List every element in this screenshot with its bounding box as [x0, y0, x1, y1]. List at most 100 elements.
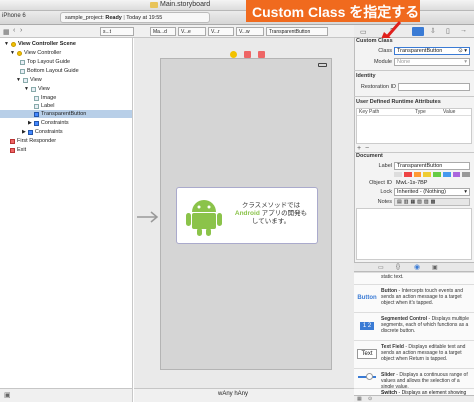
view-controller-icon[interactable] [230, 51, 237, 58]
runtime-attributes-header: Key Path Type Value [357, 109, 471, 116]
add-attribute-button[interactable]: + [357, 145, 361, 152]
breadcrumb-project[interactable]: s...t [100, 27, 134, 36]
android-logo-icon [186, 200, 222, 236]
size-inspector-icon[interactable]: ▯ [446, 27, 450, 35]
column-type[interactable]: Type [415, 109, 443, 115]
library-filter-bar: ▦ ⊙ [354, 395, 474, 402]
lock-select[interactable]: Inherited - (Nothing) ▾ [394, 188, 470, 196]
breadcrumb-transparent-button[interactable]: TransparentButton [266, 27, 328, 36]
status-project: sample_project: [65, 15, 104, 21]
identity-inspector-icon[interactable] [412, 27, 424, 36]
library-item-slider[interactable]: Slider - Displays a continuous range of … [354, 368, 474, 390]
runtime-attributes-table[interactable]: Key Path Type Value [356, 108, 472, 144]
outline-item-view[interactable]: ▼ View [16, 76, 42, 84]
filter-icon[interactable]: ⊙ [368, 396, 372, 402]
activity-status: sample_project: Ready | Today at 19:55 [60, 12, 210, 23]
outline-item-transparent-button[interactable]: TransparentButton [0, 110, 132, 118]
class-field[interactable]: TransparentButton ⊙ ▾ [394, 47, 470, 55]
outline-item-label[interactable]: Label [34, 102, 54, 110]
library-item-segmented-control[interactable]: 1 2 Segmented Control - Displays multipl… [354, 312, 474, 340]
transparent-button-card[interactable]: クラスメソッドでは Android アプリの開発も しています。 [176, 187, 318, 244]
library-item-desc: Segmented Control - Displays multiple se… [381, 316, 470, 334]
outline-item-constraints[interactable]: ▶ Constraints [22, 128, 63, 136]
grid-view-icon[interactable]: ▦ [357, 396, 362, 402]
object-library-icon[interactable]: ◉ [414, 263, 420, 271]
file-template-icon[interactable]: ▭ [378, 264, 384, 271]
lock-label: Lock [380, 189, 392, 195]
module-label: Module [373, 59, 392, 65]
outline-item-image[interactable]: Image [34, 94, 56, 102]
status-state: Ready [105, 15, 122, 21]
library-item-button[interactable]: Button Button - Intercepts touch events … [354, 284, 474, 312]
status-time: Today at 19:55 [126, 15, 163, 21]
document-label-field[interactable]: TransparentButton [394, 162, 470, 170]
library-item-desc: Text Field - Displays editable text and … [381, 344, 466, 362]
media-library-icon[interactable]: ▣ [432, 264, 438, 271]
column-value[interactable]: Value [443, 109, 455, 115]
runtime-attributes-section: User Defined Runtime Attributes [356, 99, 441, 105]
notes-format-bar[interactable]: ▤▥▦▧▨▩ [394, 198, 470, 206]
slider-icon [356, 371, 378, 383]
back-arrow-icon[interactable]: ‹ [13, 27, 15, 34]
code-snippet-icon[interactable]: {} [396, 264, 400, 270]
library-tabs: ▭ {} ◉ ▣ [354, 262, 474, 272]
size-class-selector[interactable]: wAny hAny [218, 391, 248, 397]
outline-item-bottom-layout-guide[interactable]: Bottom Layout Guide [20, 67, 79, 75]
file-inspector-icon[interactable]: ▭ [360, 28, 367, 36]
document-label-label: Label [378, 163, 392, 169]
library-item-desc: static text. [381, 274, 404, 280]
column-key-path[interactable]: Key Path [357, 109, 415, 115]
outline-item-constraints-inner[interactable]: ▶ Constraints [28, 119, 69, 127]
card-text-line2: Android アプリの開発も [234, 210, 308, 217]
module-field[interactable]: None ▾ [394, 58, 470, 66]
card-text-line1: クラスメソッドでは [241, 202, 301, 209]
button-icon: Button [357, 295, 377, 301]
window-title: Main.storyboard [160, 1, 211, 8]
first-responder-icon[interactable] [244, 51, 251, 58]
entry-point-arrow[interactable] [137, 211, 159, 223]
breadcrumb-controller[interactable]: V...r [208, 27, 234, 36]
custom-class-section: Custom Class [356, 38, 393, 44]
grid-icon[interactable]: ▦ [3, 28, 10, 36]
outline-item-inner-view[interactable]: ▼ View [24, 85, 50, 93]
outline-item-exit[interactable]: Exit [10, 146, 26, 154]
outline-filter-bar: ▣ [0, 388, 133, 402]
scheme-device-selector[interactable]: iPhone 6 [2, 13, 26, 19]
notes-textarea[interactable] [356, 208, 472, 260]
card-text: クラスメソッドでは Android アプリの開発も しています。 [229, 202, 313, 226]
battery-icon [318, 63, 327, 67]
card-text-line3: しています。 [251, 218, 291, 225]
identity-section: Identity [356, 73, 376, 79]
outline-item-top-layout-guide[interactable]: Top Layout Guide [20, 58, 70, 66]
breadcrumb-scene[interactable]: V...e [178, 27, 206, 36]
divider [354, 96, 474, 97]
outline-item-scene[interactable]: ▼ View Controller Scene [4, 40, 76, 48]
outline-item-first-responder[interactable]: First Responder [10, 137, 56, 145]
remove-attribute-button[interactable]: − [365, 145, 369, 152]
attributes-inspector-icon[interactable]: ⇩ [430, 27, 436, 35]
restoration-id-field[interactable] [398, 83, 470, 91]
text-field-icon: Text [356, 345, 378, 363]
breadcrumb-view[interactable]: V...w [236, 27, 264, 36]
library-item-label[interactable]: static text. [354, 272, 474, 284]
exit-icon[interactable] [258, 51, 265, 58]
library-item-text-field[interactable]: Text Text Field - Displays editable text… [354, 340, 474, 368]
storyboard-file-icon [150, 2, 158, 8]
outline-toggle-icon[interactable]: ▣ [4, 391, 11, 399]
outline-item-view-controller[interactable]: ▼ View Controller [10, 49, 61, 57]
divider [354, 70, 474, 71]
document-section: Document [356, 153, 383, 159]
inspector-tabs: ▭ ? ⇩ ▯ → [354, 25, 474, 38]
annotation-callout: Custom Class を指定する [246, 0, 420, 22]
breadcrumb-storyboard[interactable]: Ma...d [150, 27, 176, 36]
library-item-desc: Button - Intercepts touch events and sen… [381, 288, 463, 306]
object-id-label: Object ID [369, 180, 392, 186]
forward-arrow-icon[interactable]: › [20, 27, 22, 34]
label-color-swatches[interactable] [394, 172, 470, 177]
segmented-control-icon: 1 2 [356, 317, 378, 335]
class-label: Class [378, 48, 392, 54]
object-id-value: MwL-1s-7BP [396, 180, 428, 186]
notes-label: Notes [377, 199, 392, 205]
connections-inspector-icon[interactable]: → [460, 27, 467, 34]
restoration-id-label: Restoration ID [360, 84, 396, 90]
